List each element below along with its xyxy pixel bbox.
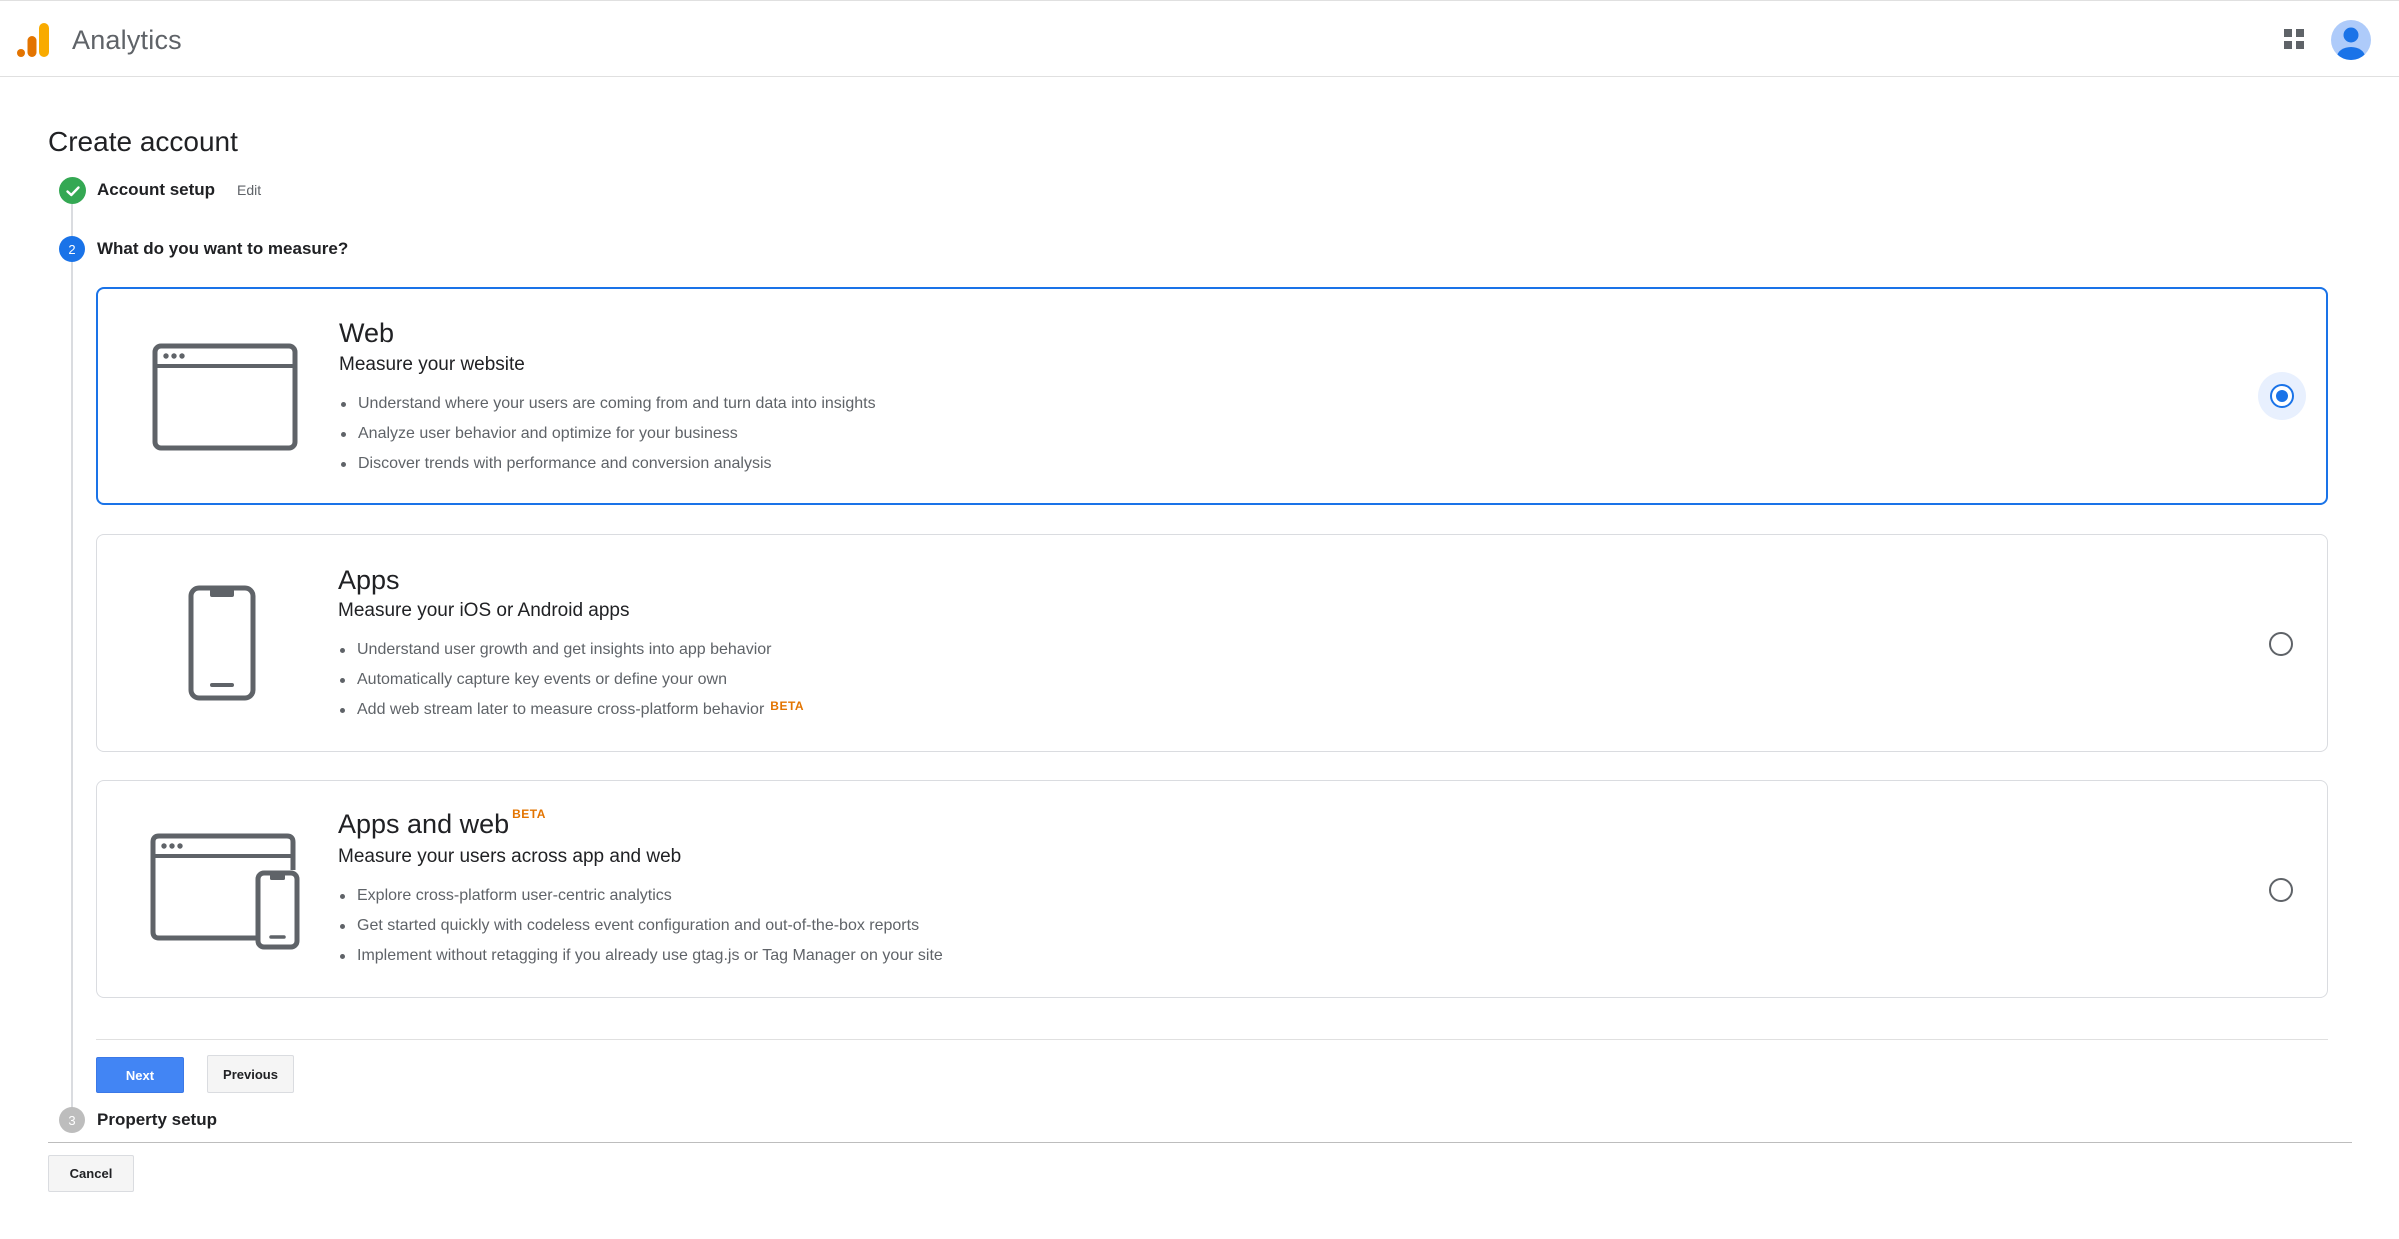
- option-radio-apps[interactable]: [2257, 620, 2305, 668]
- option-bullet-text: Add web stream later to measure cross-pl…: [357, 701, 765, 718]
- option-subtitle: Measure your iOS or Android apps: [338, 600, 630, 621]
- option-subtitle: Measure your users across app and web: [338, 846, 682, 867]
- person-icon: [2337, 27, 2365, 60]
- radio-unselected-icon: [2269, 878, 2293, 902]
- radio-selected-icon: [2270, 384, 2294, 408]
- previous-button[interactable]: Previous: [207, 1055, 294, 1093]
- step-1-done-indicator: [59, 177, 86, 204]
- page-title: Create account: [48, 126, 238, 157]
- option-title: Apps: [338, 565, 400, 595]
- option-bullet: Understand where your users are coming f…: [339, 394, 876, 424]
- edit-account-setup-link[interactable]: Edit: [237, 182, 261, 198]
- phone-icon: [188, 585, 256, 701]
- option-title-row: Apps and web BETA: [338, 807, 546, 840]
- cancel-button[interactable]: Cancel: [48, 1155, 134, 1192]
- apps-grid-icon[interactable]: [2284, 29, 2304, 49]
- option-bullet: Understand user growth and get insights …: [338, 640, 804, 670]
- top-app-bar: Analytics: [0, 0, 2399, 77]
- step-1-label: Account setup: [97, 180, 216, 199]
- option-bullet: Analyze user behavior and optimize for y…: [339, 424, 876, 454]
- stepper-line: [71, 200, 73, 1118]
- option-bullet: Add web stream later to measure cross-pl…: [338, 699, 805, 730]
- account-avatar-icon[interactable]: [2331, 20, 2371, 60]
- step-2-label: What do you want to measure?: [97, 239, 349, 258]
- option-title: Web: [339, 318, 395, 348]
- browser-window-icon: [152, 343, 298, 451]
- option-radio-apps-and-web[interactable]: [2257, 866, 2305, 914]
- check-icon: [65, 185, 80, 196]
- option-bullet-list: Explore cross-platform user-centric anal…: [338, 886, 943, 976]
- option-bullet-list: Understand user growth and get insights …: [338, 640, 804, 730]
- option-bullet: Discover trends with performance and con…: [339, 454, 876, 484]
- option-radio-web[interactable]: [2258, 372, 2306, 420]
- option-bullet: Automatically capture key events or defi…: [338, 670, 804, 700]
- option-bullet: Get started quickly with codeless event …: [338, 916, 943, 946]
- option-card-web[interactable]: Web Measure your website Understand wher…: [96, 287, 2328, 505]
- option-bullet: Implement without retagging if you alrea…: [338, 946, 943, 976]
- option-bullet: Explore cross-platform user-centric anal…: [338, 886, 943, 916]
- step-3-label: Property setup: [97, 1110, 217, 1129]
- footer-divider: [48, 1142, 2352, 1143]
- next-button[interactable]: Next: [96, 1057, 184, 1093]
- option-card-apps[interactable]: Apps Measure your iOS or Android apps Un…: [96, 534, 2328, 752]
- step-2-number: 2: [59, 236, 85, 262]
- app-title: Analytics: [72, 25, 182, 55]
- option-bullet-list: Understand where your users are coming f…: [339, 394, 876, 484]
- option-card-apps-and-web[interactable]: Apps and web BETA Measure your users acro…: [96, 780, 2328, 998]
- radio-unselected-icon: [2269, 632, 2293, 656]
- analytics-logo-icon[interactable]: [17, 22, 51, 58]
- browser-and-phone-icon: [150, 833, 300, 950]
- option-subtitle: Measure your website: [339, 354, 525, 375]
- option-title: Apps and web: [338, 809, 510, 839]
- actions-divider: [96, 1039, 2328, 1040]
- step-3-number: 3: [59, 1107, 85, 1133]
- beta-badge: BETA: [512, 807, 546, 821]
- beta-badge: BETA: [770, 699, 805, 713]
